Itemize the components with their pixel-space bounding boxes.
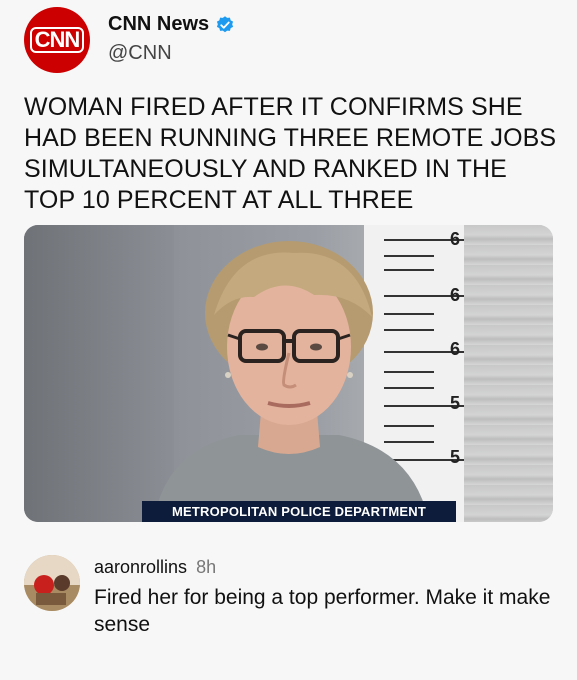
comment-meta: aaronrollins 8h: [94, 557, 564, 578]
comment-text: Fired her for being a top performer. Mak…: [94, 586, 551, 636]
comment-body: aaronrollins 8h Fired her for being a to…: [94, 557, 564, 638]
comment-time: 8h: [196, 557, 217, 577]
person-illustration: [154, 241, 429, 522]
avatar-image: [24, 555, 80, 611]
height-mark: 5: [449, 393, 460, 413]
height-mark: 6: [449, 339, 460, 359]
account-name[interactable]: CNN News: [108, 13, 209, 36]
verified-badge-icon: [217, 15, 234, 32]
logo-text: CNN: [29, 27, 85, 53]
cnn-logo[interactable]: CNN: [24, 7, 90, 73]
avatar[interactable]: [24, 555, 80, 611]
account-name-row: CNN News: [108, 13, 235, 36]
blurred-background: [464, 225, 553, 522]
comment-username[interactable]: aaronrollins: [94, 557, 187, 577]
height-mark: 5: [449, 447, 460, 467]
account-handle[interactable]: @CNN: [108, 42, 235, 65]
height-mark: 6: [449, 229, 460, 249]
post-header: CNN CNN News @CNN: [24, 7, 554, 73]
image-caption: METROPOLITAN POLICE DEPARTMENT: [142, 501, 456, 522]
mugshot-image[interactable]: 6 6 6 5 5 METROPOLITAN POLICE DEPARTMENT: [24, 225, 553, 522]
account-info: CNN News @CNN: [108, 13, 235, 65]
post-headline: WOMAN FIRED AFTER IT CONFIRMS SHE HAD BE…: [24, 93, 557, 214]
height-mark: 6: [449, 285, 460, 305]
